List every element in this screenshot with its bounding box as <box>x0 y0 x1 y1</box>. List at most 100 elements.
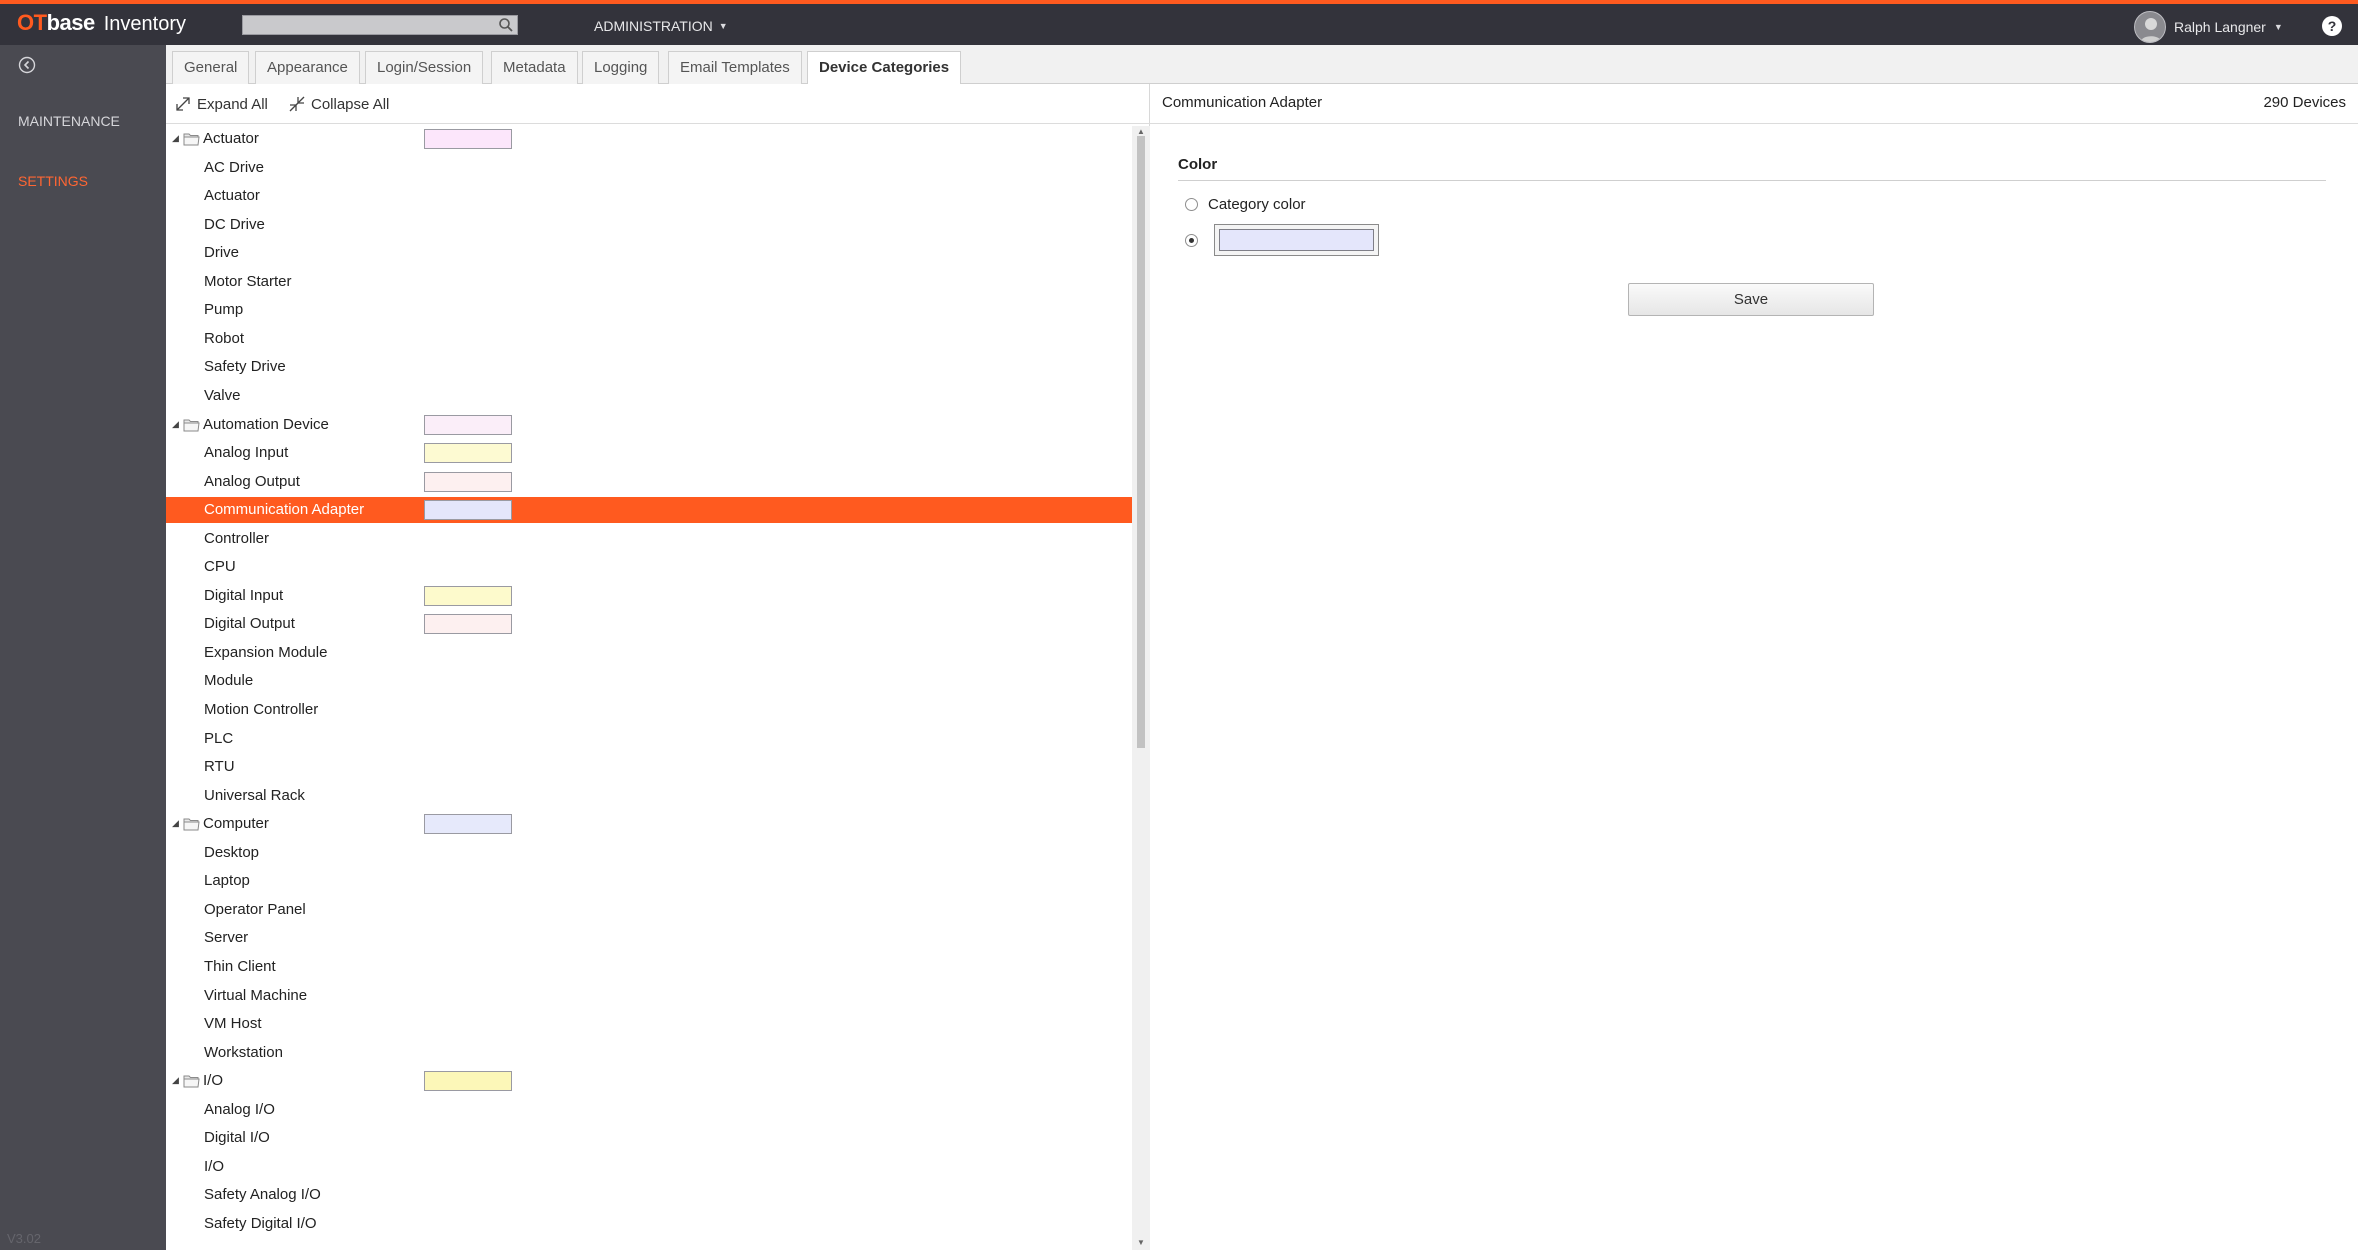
category-color-swatch[interactable] <box>424 415 512 435</box>
tree-item-row[interactable]: Motion Controller <box>166 697 1132 723</box>
tab-general[interactable]: General <box>172 51 250 84</box>
expand-all-label: Expand All <box>197 95 268 113</box>
tree-group-row[interactable]: ◢ Actuator <box>166 126 1132 152</box>
category-color-swatch[interactable] <box>424 129 512 149</box>
search-icon[interactable] <box>498 17 514 33</box>
tree-item-label: PLC <box>204 730 234 747</box>
scroll-up-icon[interactable]: ▲ <box>1137 127 1145 136</box>
tree-item-row[interactable]: Valve <box>166 383 1132 409</box>
collapse-icon <box>289 96 305 112</box>
category-color-swatch[interactable] <box>424 614 512 634</box>
category-color-swatch[interactable] <box>424 472 512 492</box>
tab-device-categories[interactable]: Device Categories <box>807 51 962 85</box>
tree-item-row[interactable]: Controller <box>166 526 1132 552</box>
tree-item-row[interactable]: Laptop <box>166 868 1132 894</box>
category-color-swatch[interactable] <box>424 443 512 463</box>
tab-login-session[interactable]: Login/Session <box>365 51 484 84</box>
collapse-all-button[interactable]: Collapse All <box>288 95 389 113</box>
tree-item-label: DC Drive <box>204 216 265 233</box>
tree-item-row[interactable]: Safety Digital I/O <box>166 1211 1132 1237</box>
user-avatar-icon <box>2140 18 2162 42</box>
tree-item-row[interactable]: PLC <box>166 726 1132 752</box>
tree-item-label: Laptop <box>204 872 250 889</box>
tree-item-row[interactable]: Motor Starter <box>166 269 1132 295</box>
category-color-radio[interactable] <box>1185 198 1198 211</box>
expand-toggle-icon[interactable]: ◢ <box>172 133 179 144</box>
scroll-down-icon[interactable]: ▼ <box>1137 1238 1145 1247</box>
tab-logging[interactable]: Logging <box>582 51 660 84</box>
tree-item-label: Valve <box>204 387 241 404</box>
expand-all-button[interactable]: Expand All <box>174 95 268 113</box>
expand-icon <box>176 97 190 111</box>
tree-item-row[interactable]: Analog Input <box>166 440 1132 466</box>
version-label: V3.02 <box>7 1231 41 1246</box>
category-color-swatch[interactable] <box>424 814 512 834</box>
administration-menu[interactable]: ADMINISTRATION ▼ <box>594 18 728 34</box>
tree-group-row[interactable]: ◢ I/O <box>166 1068 1132 1094</box>
help-icon[interactable]: ? <box>2322 16 2342 36</box>
tree-item-row[interactable]: Drive <box>166 240 1132 266</box>
expand-toggle-icon[interactable]: ◢ <box>172 818 179 829</box>
tree-item-label: Analog Output <box>204 473 300 490</box>
tree-item-row[interactable]: Universal Rack <box>166 783 1132 809</box>
collapse-all-label: Collapse All <box>311 95 390 113</box>
tree-item-row[interactable]: Analog I/O <box>166 1097 1132 1123</box>
category-color-swatch[interactable] <box>424 500 512 520</box>
scrollbar-thumb[interactable] <box>1137 136 1145 748</box>
tree-item-label: VM Host <box>204 1015 262 1032</box>
tree-item-row[interactable]: Expansion Module <box>166 640 1132 666</box>
category-tree-panel: Expand All Collapse All ◢ Actuator AC Driv… <box>166 84 1150 1250</box>
custom-color-radio[interactable] <box>1185 234 1198 247</box>
sidebar-item-settings[interactable]: SETTINGS <box>18 173 88 189</box>
tree-item-row[interactable]: Virtual Machine <box>166 983 1132 1009</box>
tree-group-row[interactable]: ◢ Computer <box>166 811 1132 837</box>
tree-item-row[interactable]: Digital I/O <box>166 1125 1132 1151</box>
administration-menu-label: ADMINISTRATION <box>594 18 713 34</box>
tree-item-label: Drive <box>204 244 240 261</box>
tree-item-label: Analog I/O <box>204 1101 275 1118</box>
save-button[interactable]: Save <box>1628 283 1874 316</box>
back-arrow-icon[interactable] <box>17 55 37 75</box>
tree-item-row[interactable]: Thin Client <box>166 954 1132 980</box>
tree-item-row[interactable]: Safety Analog I/O <box>166 1182 1132 1208</box>
tree-item-row[interactable]: VM Host <box>166 1011 1132 1037</box>
tree-item-label: Digital Input <box>204 587 284 604</box>
tree-item-row[interactable]: Desktop <box>166 840 1132 866</box>
tree-scrollbar[interactable]: ▲ ▼ <box>1132 126 1150 1250</box>
tree-group-row[interactable]: ◢ Automation Device <box>166 412 1132 438</box>
app-logo[interactable]: OT base Inventory <box>17 10 186 40</box>
expand-toggle-icon[interactable]: ◢ <box>172 419 179 430</box>
custom-color-picker[interactable] <box>1214 224 1379 256</box>
global-search-input[interactable] <box>242 15 518 35</box>
tree-item-row[interactable]: Digital Output <box>166 611 1132 637</box>
tree-item-row[interactable]: Pump <box>166 297 1132 323</box>
tree-item-row[interactable]: CPU <box>166 554 1132 580</box>
category-color-swatch[interactable] <box>424 1071 512 1091</box>
tab-appearance[interactable]: Appearance <box>255 51 360 84</box>
tree-item-row[interactable]: RTU <box>166 754 1132 780</box>
category-detail-panel: Communication Adapter 290 Devices Color … <box>1150 84 2358 1250</box>
tree-item-label: Module <box>204 672 254 689</box>
tab-metadata[interactable]: Metadata <box>491 51 578 84</box>
tree-item-row[interactable]: Robot <box>166 326 1132 352</box>
tree-item-label: Actuator <box>204 187 260 204</box>
tree-item-row[interactable]: Server <box>166 925 1132 951</box>
tree-item-label: I/O <box>204 1158 225 1175</box>
sidebar-item-maintenance[interactable]: MAINTENANCE <box>18 113 120 129</box>
tree-item-row[interactable]: AC Drive <box>166 155 1132 181</box>
tree-item-row[interactable]: I/O <box>166 1154 1132 1180</box>
category-color-swatch[interactable] <box>424 586 512 606</box>
tree-item-row[interactable]: Safety Drive <box>166 354 1132 380</box>
tree-item-row[interactable]: Digital Input <box>166 583 1132 609</box>
tree-item-label: Computer <box>203 815 269 832</box>
tree-item-row[interactable]: Actuator <box>166 183 1132 209</box>
tab-email-templates[interactable]: Email Templates <box>668 51 802 84</box>
tree-item-row[interactable]: Module <box>166 668 1132 694</box>
tree-item-row[interactable]: Analog Output <box>166 469 1132 495</box>
user-menu[interactable]: Ralph Langner ▼ <box>2134 11 2283 43</box>
tree-item-row[interactable]: DC Drive <box>166 212 1132 238</box>
expand-toggle-icon[interactable]: ◢ <box>172 1075 179 1086</box>
tree-item-row[interactable]: Workstation <box>166 1040 1132 1066</box>
tree-item-row[interactable]: Communication Adapter <box>166 497 1132 523</box>
tree-item-row[interactable]: Operator Panel <box>166 897 1132 923</box>
